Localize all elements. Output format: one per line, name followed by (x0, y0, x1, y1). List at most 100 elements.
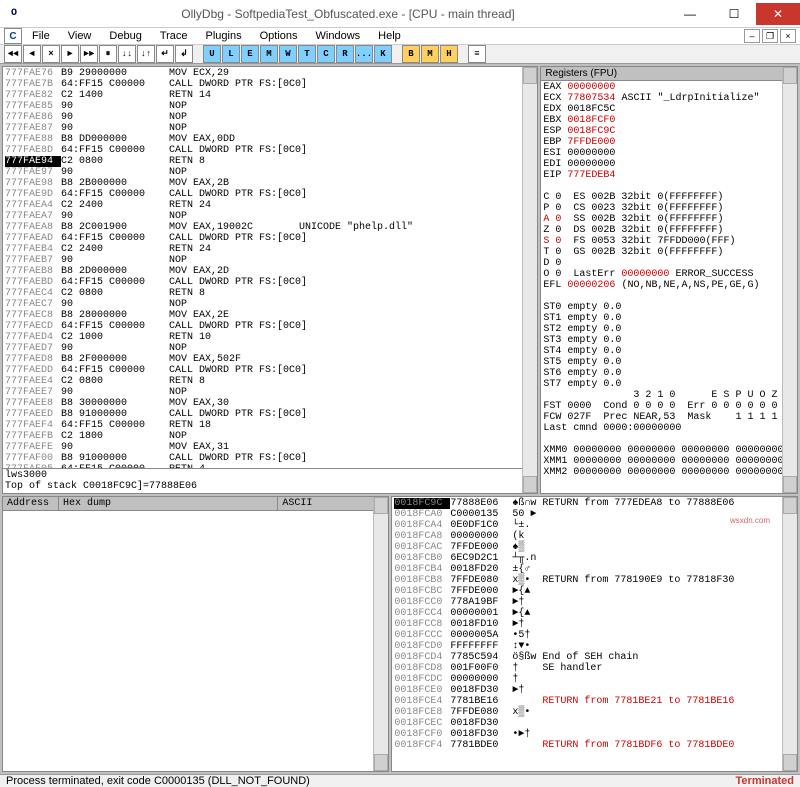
toolbar-letter-button-2[interactable]: E (241, 45, 259, 63)
toolbar-options-button[interactable]: ≡ (468, 45, 486, 63)
toolbar-letter-button-4[interactable]: W (279, 45, 297, 63)
disasm-row[interactable]: 777FAE94C2 0800RETN 8 (5, 156, 535, 167)
stack-row[interactable]: 0018FCBC7FFDE000►{▲ (394, 586, 795, 597)
disasm-row[interactable]: 777FAECD64:FF15 C00000CALL DWORD PTR FS:… (5, 321, 535, 332)
close-button[interactable]: ✕ (756, 3, 800, 25)
stack-row[interactable]: 0018FCD47785C594ö§ßwEnd of SEH chain (394, 652, 795, 663)
disasm-row[interactable]: 777FAEE8B8 30000000MOV EAX,30 (5, 398, 535, 409)
toolbar-letter-button-8[interactable]: ... (355, 45, 373, 63)
menu-windows[interactable]: Windows (308, 28, 369, 44)
disasm-row[interactable]: 777FAEC4C2 0800RETN 8 (5, 288, 535, 299)
stack-row[interactable]: 0018FCF00018FD30•►† (394, 729, 795, 740)
menu-trace[interactable]: Trace (152, 28, 196, 44)
menu-options[interactable]: Options (252, 28, 306, 44)
toolbar-nav-button-8[interactable]: ↵ (156, 45, 174, 63)
dump-pane[interactable]: Address Hex dump ASCII (2, 496, 389, 772)
disasm-row[interactable]: 777FAEAD64:FF15 C00000CALL DWORD PTR FS:… (5, 233, 535, 244)
disasm-row[interactable]: 777FAEA4C2 2400RETN 24 (5, 200, 535, 211)
menu-view[interactable]: View (60, 28, 100, 44)
registers-pane[interactable]: Registers (FPU) EAX 00000000ECX 77807534… (540, 66, 798, 494)
menu-help[interactable]: Help (370, 28, 409, 44)
toolbar-nav-button-2[interactable]: × (42, 45, 60, 63)
disasm-row[interactable]: 777FAE9D64:FF15 C00000CALL DWORD PTR FS:… (5, 189, 535, 200)
toolbar-nav-button-3[interactable]: ► (61, 45, 79, 63)
disasm-row[interactable]: 777FAEFE90MOV EAX,31 (5, 442, 535, 453)
disasm-row[interactable]: 777FAEC8B8 28000000MOV EAX,2E (5, 310, 535, 321)
disasm-row[interactable]: 777FAEE790NOP (5, 387, 535, 398)
disasm-row[interactable]: 777FAE88B8 DD000000MOV EAX,0DD (5, 134, 535, 145)
disassembly-pane[interactable]: 777FAE76B9 29000000MOV ECX,29777FAE7B64:… (2, 66, 538, 494)
stack-pane[interactable]: 0018FC9C77888E06♠ß∩wRETURN from 777EDEA8… (391, 496, 798, 772)
scrollbar[interactable] (373, 497, 388, 771)
toolbar-letter-button-7[interactable]: R (336, 45, 354, 63)
toolbar-letter-button-0[interactable]: U (203, 45, 221, 63)
stack-row[interactable]: 0018FCB40018FD20±{♂ (394, 564, 795, 575)
disasm-row[interactable]: 777FAE8690NOP (5, 112, 535, 123)
stack-row[interactable]: 0018FCB06EC9D2C1┴╥.n (394, 553, 795, 564)
child-close-button[interactable]: × (780, 29, 796, 43)
stack-row[interactable]: 0018FCEC0018FD30 (394, 718, 795, 729)
disasm-row[interactable]: 777FAEB4C2 2400RETN 24 (5, 244, 535, 255)
disasm-row[interactable]: 777FAEC790NOP (5, 299, 535, 310)
stack-row[interactable]: 0018FCCC0000005A•5† (394, 630, 795, 641)
toolbar-letter-button-9[interactable]: K (374, 45, 392, 63)
stack-row[interactable]: 0018FCE87FFDE080x▒• (394, 707, 795, 718)
stack-row[interactable]: 0018FCC400000001►{▲ (394, 608, 795, 619)
toolbar-nav-button-7[interactable]: ↓↑ (137, 45, 155, 63)
menu-file[interactable]: File (24, 28, 58, 44)
toolbar-letter-button-3[interactable]: M (260, 45, 278, 63)
disasm-row[interactable]: 777FAEA8B8 2C001900MOV EAX,19002CUNICODE… (5, 222, 535, 233)
disasm-row[interactable]: 777FAE9790NOP (5, 167, 535, 178)
toolbar-letter-button-6[interactable]: C (317, 45, 335, 63)
stack-row[interactable]: 0018FCD8001F00F0†SE handler (394, 663, 795, 674)
toolbar-yellow-button-1[interactable]: M (421, 45, 439, 63)
scrollbar[interactable] (782, 67, 797, 493)
toolbar-nav-button-1[interactable]: ◄ (23, 45, 41, 63)
disasm-row[interactable]: 777FAEF464:FF15 C00000RETN 18 (5, 420, 535, 431)
child-minimize-button[interactable]: – (744, 29, 760, 43)
disasm-row[interactable]: 777FAE98B8 2B000000MOV EAX,2B (5, 178, 535, 189)
disasm-row[interactable]: 777FAE8790NOP (5, 123, 535, 134)
scrollbar[interactable] (782, 497, 797, 771)
stack-row[interactable]: 0018FCC0778A19BF►† (394, 597, 795, 608)
stack-row[interactable]: 0018FCE47781BE16RETURN from 7781BE21 to … (394, 696, 795, 707)
disasm-row[interactable]: 777FAE82C2 1400RETN 14 (5, 90, 535, 101)
disasm-row[interactable]: 777FAED4C2 1000RETN 10 (5, 332, 535, 343)
disasm-row[interactable]: 777FAEE4C2 0800RETN 8 (5, 376, 535, 387)
stack-row[interactable]: 0018FCAC7FFDE000♠▒ (394, 542, 795, 553)
toolbar-letter-button-5[interactable]: T (298, 45, 316, 63)
disasm-row[interactable]: 777FAEB8B8 2D000000MOV EAX,2D (5, 266, 535, 277)
stack-row[interactable]: 0018FCDC00000000† (394, 674, 795, 685)
disasm-row[interactable]: 777FAE8590NOP (5, 101, 535, 112)
toolbar-nav-button-9[interactable]: ↲ (175, 45, 193, 63)
stack-row[interactable]: 0018FCB87FFDE080x▒•RETURN from 778190E9 … (394, 575, 795, 586)
disasm-row[interactable]: 777FAEB790NOP (5, 255, 535, 266)
child-restore-button[interactable]: ❐ (762, 29, 778, 43)
toolbar-yellow-button-2[interactable]: H (440, 45, 458, 63)
stack-row[interactable]: 0018FC9C77888E06♠ß∩wRETURN from 777EDEA8… (394, 498, 795, 509)
disasm-row[interactable]: 777FAEEDB8 91000000CALL DWORD PTR FS:[0C… (5, 409, 535, 420)
stack-row[interactable]: 0018FCF47781BDE0RETURN from 7781BDF6 to … (394, 740, 795, 751)
maximize-button[interactable]: ☐ (712, 3, 756, 25)
toolbar-nav-button-4[interactable]: ►► (80, 45, 98, 63)
disasm-row[interactable]: 777FAEA790NOP (5, 211, 535, 222)
toolbar-yellow-button-0[interactable]: B (402, 45, 420, 63)
disasm-row[interactable]: 777FAF00B8 91000000CALL DWORD PTR FS:[0C… (5, 453, 535, 464)
cpu-icon[interactable]: C (4, 28, 22, 44)
toolbar-nav-button-6[interactable]: ↓↓ (118, 45, 136, 63)
disasm-row[interactable]: 777FAEFBC2 1800NOP (5, 431, 535, 442)
menu-plugins[interactable]: Plugins (198, 28, 250, 44)
toolbar-nav-button-5[interactable]: ⏸ (99, 45, 117, 63)
stack-row[interactable]: 0018FCA800000000(k (394, 531, 795, 542)
disasm-row[interactable]: 777FAE7B64:FF15 C00000CALL DWORD PTR FS:… (5, 79, 535, 90)
scrollbar[interactable] (522, 67, 537, 493)
minimize-button[interactable]: — (668, 3, 712, 25)
disasm-row[interactable]: 777FAE76B9 29000000MOV ECX,29 (5, 68, 535, 79)
toolbar-letter-button-1[interactable]: L (222, 45, 240, 63)
disasm-row[interactable]: 777FAE8D64:FF15 C00000CALL DWORD PTR FS:… (5, 145, 535, 156)
stack-row[interactable]: 0018FCE00018FD30►† (394, 685, 795, 696)
disasm-row[interactable]: 777FAED790NOP (5, 343, 535, 354)
disasm-row[interactable]: 777FAED8B8 2F000000MOV EAX,502F (5, 354, 535, 365)
stack-row[interactable]: 0018FCC80018FD10►† (394, 619, 795, 630)
menu-debug[interactable]: Debug (101, 28, 149, 44)
